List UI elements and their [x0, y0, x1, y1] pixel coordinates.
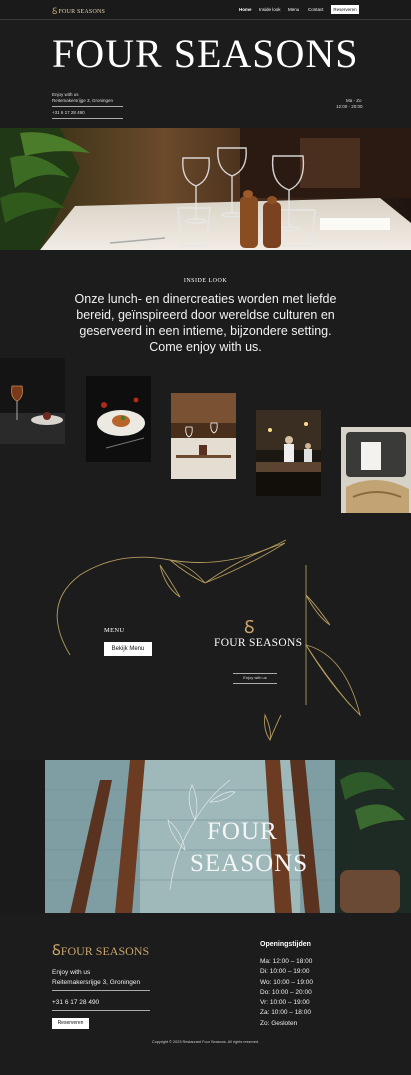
banner-text-line2: SEASONS [190, 850, 309, 877]
logo-mark-icon: Ꟙ [244, 617, 255, 637]
window-sign-photo: FOUR SEASONS [0, 760, 411, 913]
gallery-photo-kitchen[interactable] [256, 410, 321, 496]
hero-enjoy-text: Enjoy with us [52, 92, 79, 97]
footer-divider [52, 1010, 150, 1011]
hero-title: FOUR SEASONS [52, 31, 359, 76]
footer-phone[interactable]: +31 6 17 28 490 [52, 999, 99, 1006]
logo-mark-icon: Ꟙ [52, 943, 61, 959]
menu-enjoy-text: Enjoy with us [243, 675, 267, 680]
banner-text-line1: FOUR [207, 818, 278, 845]
opening-hours-list: Ma: 12:00 – 18:00 Di: 10:00 – 19:00 Wo: … [260, 957, 313, 1029]
opening-hours-item: Za: 10:00 – 18:00 [260, 1009, 311, 1017]
menu-logo-text: FOUR SEASONS [214, 637, 303, 649]
footer-enjoy-text: Enjoy with us [52, 969, 91, 976]
nav-link-inside-look[interactable]: Inside look [259, 7, 281, 12]
hero-hours: 12:00 - 20:00 [336, 104, 363, 109]
leaf-line-art-decoration [56, 539, 361, 742]
logo-mark-icon: Ꟙ [52, 6, 58, 16]
opening-hours-item: Ma: 12:00 – 18:00 [260, 958, 313, 965]
copyright-text: Copyright © 2023 Restaurant Four Seasons… [151, 1040, 260, 1044]
menu-divider [233, 673, 277, 674]
opening-hours-item: Wo: 10:00 – 19:00 [260, 978, 314, 986]
inside-look-title: INSIDE LOOK [183, 278, 228, 284]
hero-days: Ma - Zo [346, 98, 362, 103]
menu-divider [233, 683, 277, 684]
footer-reserve-button[interactable]: Reserveren [52, 1018, 89, 1029]
opening-hours-item: Do: 10:00 – 20:00 [260, 988, 312, 996]
nav-reserve-button[interactable]: Reserveren [331, 5, 359, 14]
hero-address: Reitemakersrijge 3, Groningen [52, 98, 114, 103]
hero-phone[interactable]: +31 6 17 28 490 [52, 110, 85, 115]
footer-logo-text: FOUR SEASONS [60, 944, 150, 958]
nav-link-menu[interactable]: Menu [288, 7, 299, 12]
hero-divider [52, 118, 123, 119]
footer-divider [52, 990, 150, 991]
gallery-photo-dining-room[interactable] [171, 393, 236, 479]
opening-hours-item: Di: 10:00 – 19:00 [260, 968, 310, 976]
menu-section-label: MENU [104, 627, 125, 634]
hero-photo-table [0, 128, 411, 250]
top-navbar: ꟘFOUR SEASONS Home Inside look Menu Cont… [0, 0, 411, 20]
gallery-photo-dish-dark[interactable] [0, 358, 65, 444]
opening-hours-item: Vr: 10:00 – 19:00 [260, 999, 310, 1007]
nav-link-home[interactable]: Home [239, 7, 252, 12]
footer-address: Reitemakersrijge 3, Groningen [52, 979, 141, 986]
opening-hours-item: Zo: Gesloten [260, 1019, 298, 1027]
inside-look-text: Onze lunch- en dinercreaties worden met … [74, 292, 337, 354]
hero-divider [52, 106, 123, 107]
nav-logo-text: FOUR SEASONS [58, 9, 106, 15]
nav-logo[interactable]: ꟘFOUR SEASONS [52, 4, 105, 17]
nav-link-contact[interactable]: Contact [308, 7, 324, 12]
gallery-photo-chair-table[interactable] [341, 427, 411, 513]
footer-logo[interactable]: ꟘFOUR SEASONS [52, 940, 149, 960]
gallery-photo-plate-pasta[interactable] [86, 376, 151, 462]
opening-hours-title: Openingstijden [260, 941, 311, 948]
view-menu-button[interactable]: Bekijk Menu [104, 642, 152, 656]
